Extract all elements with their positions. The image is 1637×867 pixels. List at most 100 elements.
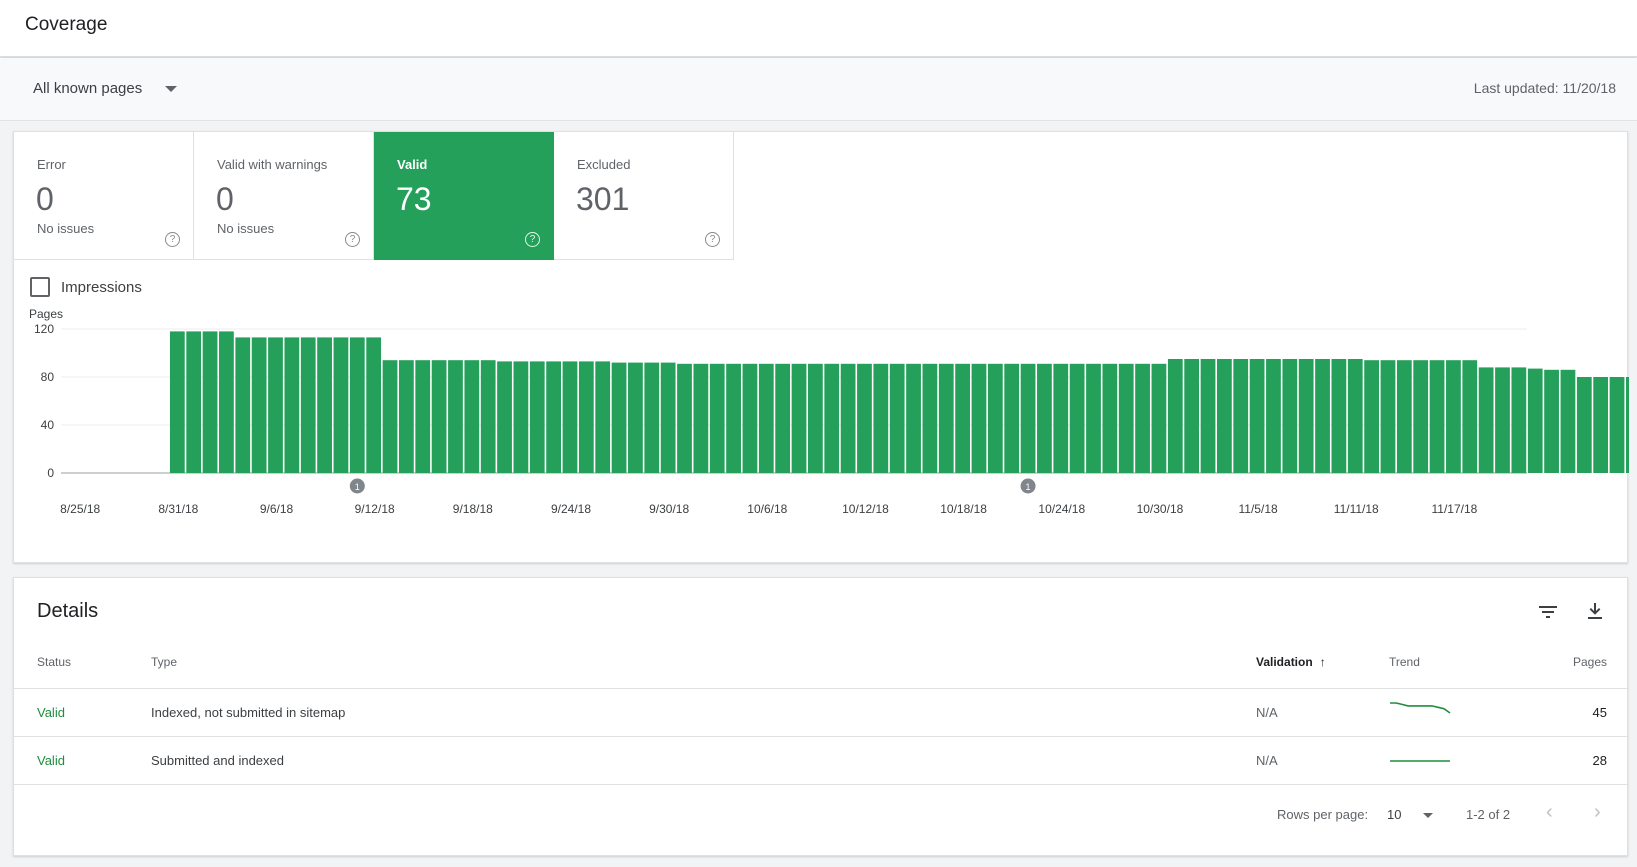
x-tick-label: 9/30/18 bbox=[649, 502, 689, 516]
tile-value: 301 bbox=[576, 181, 630, 217]
chart-bar bbox=[1004, 363, 1020, 473]
rows-per-page-select[interactable]: 10 bbox=[1387, 807, 1401, 822]
chart-bar bbox=[1266, 359, 1281, 473]
y-tick-label: 40 bbox=[41, 418, 55, 432]
chart-bar bbox=[660, 362, 676, 473]
row-pages: 28 bbox=[1592, 753, 1607, 768]
tile-valid[interactable]: Valid 73 ? bbox=[374, 132, 554, 260]
chart-bar bbox=[1298, 359, 1314, 473]
table-row[interactable]: Valid Submitted and indexed N/A 28 bbox=[14, 737, 1629, 785]
row-trend-sparkline bbox=[1390, 702, 1451, 714]
chart-bar bbox=[922, 363, 938, 473]
row-status[interactable]: Valid bbox=[37, 705, 65, 720]
summary-card: Error 0 No issues ? Valid with warnings … bbox=[13, 131, 1629, 563]
caret-down-icon[interactable] bbox=[1423, 813, 1433, 818]
chart-bar bbox=[1462, 360, 1478, 473]
x-tick-label: 10/6/18 bbox=[747, 502, 787, 516]
chart-bar bbox=[595, 361, 611, 473]
column-header-validation-label: Validation bbox=[1256, 655, 1313, 669]
chart-bar bbox=[1364, 360, 1379, 473]
tile-subtext: No issues bbox=[217, 221, 275, 236]
chart-bar bbox=[1527, 368, 1543, 473]
chart-bar bbox=[251, 337, 267, 473]
chart-bar bbox=[382, 360, 398, 473]
x-tick-label: 10/30/18 bbox=[1137, 502, 1184, 516]
tile-label: Error bbox=[37, 157, 66, 172]
chart-bar bbox=[317, 337, 332, 473]
chart-bar bbox=[169, 331, 185, 473]
tile-error[interactable]: Error 0 No issues ? bbox=[14, 132, 194, 260]
chart-bar bbox=[873, 363, 889, 473]
page-range: 1-2 of 2 bbox=[1466, 807, 1511, 822]
x-tick-label: 11/11/18 bbox=[1334, 502, 1379, 516]
y-tick-label: 80 bbox=[41, 370, 55, 384]
x-tick-label: 10/12/18 bbox=[842, 502, 889, 516]
details-card: Details Status Type Validation ↑ Trend Pa… bbox=[13, 577, 1629, 856]
top-bar: Coverage bbox=[0, 0, 1637, 57]
impressions-toggle[interactable]: Impressions bbox=[30, 277, 142, 297]
pages-bar-chart: Pages 0 40 80 120 8/25/18 8/31/18 9/6/18 9/12/18… bbox=[29, 307, 1629, 516]
chart-bar bbox=[644, 362, 660, 473]
tile-subtext: No issues bbox=[37, 221, 95, 236]
row-status[interactable]: Valid bbox=[37, 753, 65, 768]
tile-excluded[interactable]: Excluded 301 ? bbox=[554, 132, 734, 260]
chart-bar bbox=[726, 363, 741, 473]
tile-valid-with-warnings[interactable]: Valid with warnings 0 No issues ? bbox=[194, 132, 374, 260]
help-icon[interactable]: ? bbox=[705, 232, 720, 247]
caret-down-icon bbox=[165, 85, 178, 92]
chart-bar bbox=[840, 363, 856, 473]
chart-bar bbox=[1249, 359, 1265, 473]
chart-bar bbox=[284, 337, 300, 473]
chart-bar bbox=[464, 360, 480, 473]
x-tick-label: 8/31/18 bbox=[158, 502, 198, 516]
page-filter-dropdown[interactable]: All known pages bbox=[33, 80, 178, 97]
chart-bar bbox=[1200, 359, 1216, 473]
chart-bar bbox=[1282, 359, 1298, 473]
table-header: Status Type Validation ↑ Trend Pages bbox=[14, 633, 1629, 689]
chart-bar bbox=[480, 360, 496, 473]
y-axis-label: Pages bbox=[29, 307, 63, 321]
help-icon[interactable]: ? bbox=[525, 232, 540, 247]
previous-page-button[interactable]: ‹ bbox=[1546, 801, 1553, 824]
chart-bar bbox=[693, 363, 709, 473]
chart-bar bbox=[1446, 360, 1461, 473]
chart-bar bbox=[1102, 363, 1118, 473]
chart-bar bbox=[1576, 377, 1592, 473]
chart-bar bbox=[906, 363, 921, 473]
chart-bar bbox=[1135, 363, 1150, 473]
x-tick-label: 9/12/18 bbox=[355, 502, 395, 516]
chart-bar bbox=[1429, 360, 1445, 473]
chart-bar bbox=[1037, 363, 1052, 473]
column-header-pages: Pages bbox=[1572, 655, 1607, 669]
help-icon[interactable]: ? bbox=[165, 232, 180, 247]
row-type: Indexed, not submitted in sitemap bbox=[151, 705, 346, 720]
chart-bar bbox=[758, 363, 774, 473]
column-header-type: Type bbox=[151, 655, 178, 669]
rows-per-page-label: Rows per page: bbox=[1277, 807, 1369, 822]
impressions-checkbox[interactable] bbox=[30, 277, 50, 297]
chart-bar bbox=[300, 337, 316, 473]
next-page-button[interactable]: › bbox=[1594, 801, 1601, 824]
details-title: Details bbox=[37, 600, 99, 622]
chart-bar bbox=[1184, 359, 1200, 473]
chart-bar bbox=[366, 337, 382, 473]
chart-bar bbox=[431, 360, 447, 473]
y-tick-label: 0 bbox=[47, 466, 54, 480]
sort-arrow-up-icon: ↑ bbox=[1319, 655, 1326, 669]
chart-bar bbox=[333, 337, 349, 473]
table-row[interactable]: Valid Indexed, not submitted in sitemap … bbox=[14, 689, 1629, 737]
help-icon[interactable]: ? bbox=[345, 232, 360, 247]
chart-bar bbox=[611, 362, 627, 473]
chart-bar bbox=[1347, 359, 1363, 473]
column-header-validation[interactable]: Validation ↑ bbox=[1256, 655, 1326, 669]
impressions-label: Impressions bbox=[61, 278, 142, 296]
download-icon[interactable] bbox=[1583, 599, 1607, 623]
filter-icon[interactable] bbox=[1536, 600, 1560, 624]
chart-bar bbox=[857, 363, 872, 473]
column-header-status: Status bbox=[37, 655, 72, 669]
chart-bar bbox=[1413, 360, 1429, 473]
chart-bar bbox=[1233, 359, 1249, 473]
chart-bar bbox=[1511, 367, 1527, 473]
chart-bar bbox=[742, 363, 758, 473]
chart-bar bbox=[1396, 360, 1412, 473]
